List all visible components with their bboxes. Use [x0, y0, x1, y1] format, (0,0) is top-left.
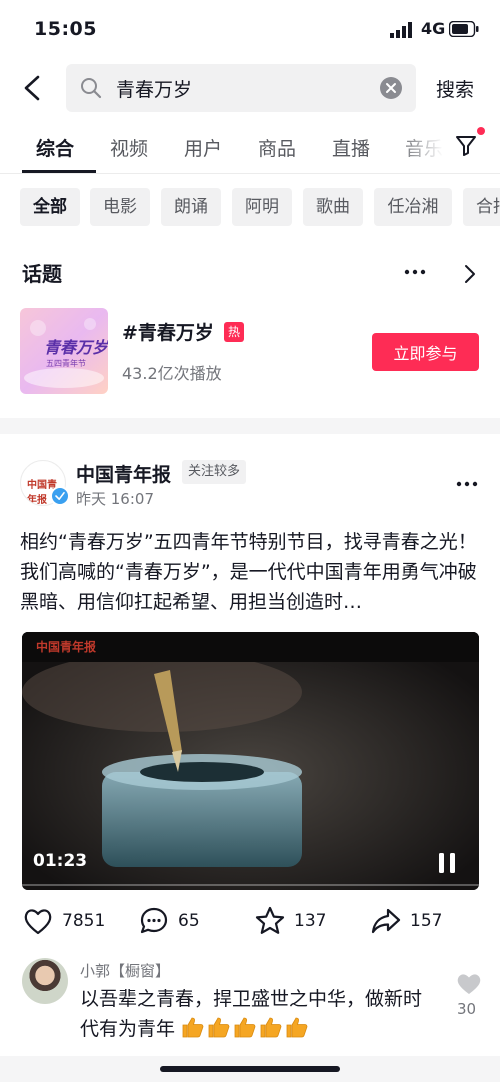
hot-badge: 热 [224, 322, 244, 342]
search-button[interactable]: 搜索 [436, 75, 474, 102]
comment-text[interactable]: 以吾辈之青春，捍卫盛世之中华，做新时代有为青年 [80, 984, 430, 1044]
post-timestamp: 昨天 16:07 [76, 490, 154, 508]
tabs-fade [395, 120, 455, 172]
thumbs-up-icon [182, 1017, 204, 1038]
thumbs-up-icon [286, 1017, 308, 1038]
topic-thumb-subtitle: 五四青年节 [46, 359, 86, 368]
chip-duet[interactable]: 合拍 [463, 188, 500, 226]
star-icon [255, 906, 285, 934]
network-label: 4G [421, 19, 446, 38]
join-button[interactable]: 立即参与 [372, 333, 479, 371]
video-player[interactable]: 中国青年报 01:23 [22, 632, 479, 890]
heart-icon [24, 909, 52, 935]
back-arrow-icon[interactable] [20, 74, 44, 102]
filter-icon[interactable] [454, 132, 480, 158]
tab-products[interactable]: 商品 [258, 134, 296, 161]
chip-movie[interactable]: 电影 [90, 188, 150, 226]
thumbs-up-emojis [181, 1017, 311, 1040]
status-bar: 15:05 4G [0, 0, 500, 60]
comment-count: 65 [178, 911, 200, 931]
section-divider [0, 418, 500, 434]
verified-badge-icon [50, 486, 70, 506]
post-more-icon[interactable] [454, 476, 480, 492]
comment-like-icon[interactable] [455, 970, 483, 996]
tab-live[interactable]: 直播 [332, 134, 370, 161]
tab-all[interactable]: 综合 [36, 134, 74, 161]
video-progress-track[interactable] [22, 884, 479, 886]
chip-ren[interactable]: 任冶湘 [374, 188, 452, 226]
comment-icon [140, 907, 168, 934]
chip-all[interactable]: 全部 [20, 188, 80, 226]
topic-thumbnail[interactable]: 青春万岁 五四青年节 [20, 308, 108, 394]
category-tabs: 综合 视频 用户 商品 直播 音乐 [0, 120, 500, 174]
status-time: 15:05 [34, 18, 97, 40]
filter-notification-dot [477, 127, 485, 135]
search-row: 搜索 [0, 62, 500, 114]
video-frame [22, 632, 479, 890]
tab-video[interactable]: 视频 [110, 134, 148, 161]
search-box[interactable] [66, 64, 416, 112]
post-text[interactable]: 相约“青春万岁”五四青年节特别节目，找寻青春之光！我们高喊的“青春万岁”，是一代… [20, 527, 482, 617]
topic-play-count: 43.2亿次播放 [122, 364, 222, 383]
chip-songs[interactable]: 歌曲 [303, 188, 363, 226]
chevron-right-icon[interactable] [462, 264, 478, 284]
share-icon [371, 908, 401, 934]
video-duration: 01:23 [33, 851, 88, 871]
video-watermark: 中国青年报 [36, 640, 97, 654]
thumbs-up-icon [260, 1017, 282, 1038]
active-tab-indicator [22, 170, 96, 173]
topic-section-title: 话题 [22, 262, 62, 286]
share-count: 157 [410, 911, 443, 931]
search-input[interactable] [116, 64, 366, 112]
like-count: 7851 [62, 911, 106, 931]
favorite-count: 137 [294, 911, 327, 931]
home-indicator [160, 1066, 340, 1072]
signal-icon [390, 22, 412, 38]
battery-icon [449, 21, 479, 37]
more-icon[interactable] [400, 262, 430, 282]
author-name[interactable]: 中国青年报 [76, 460, 171, 487]
commenter-name[interactable]: 小郭【橱窗】 [80, 960, 170, 981]
topic-name[interactable]: #青春万岁 [122, 318, 214, 345]
thumbs-up-icon [234, 1017, 256, 1038]
topic-thumb-title: 青春万岁 [44, 338, 108, 357]
pause-icon[interactable] [436, 852, 458, 874]
commenter-avatar[interactable] [22, 958, 68, 1004]
comment-like-count: 30 [457, 1000, 477, 1018]
filter-chips: 全部 电影 朗诵 阿明 歌曲 任冶湘 合拍 [0, 188, 500, 228]
tab-users[interactable]: 用户 [184, 134, 222, 161]
thumbs-up-icon [208, 1017, 230, 1038]
search-icon [81, 78, 102, 99]
follow-badge: 关注较多 [182, 460, 247, 484]
chip-recital[interactable]: 朗诵 [161, 188, 221, 226]
clear-icon[interactable] [380, 77, 402, 99]
chip-aming[interactable]: 阿明 [232, 188, 292, 226]
